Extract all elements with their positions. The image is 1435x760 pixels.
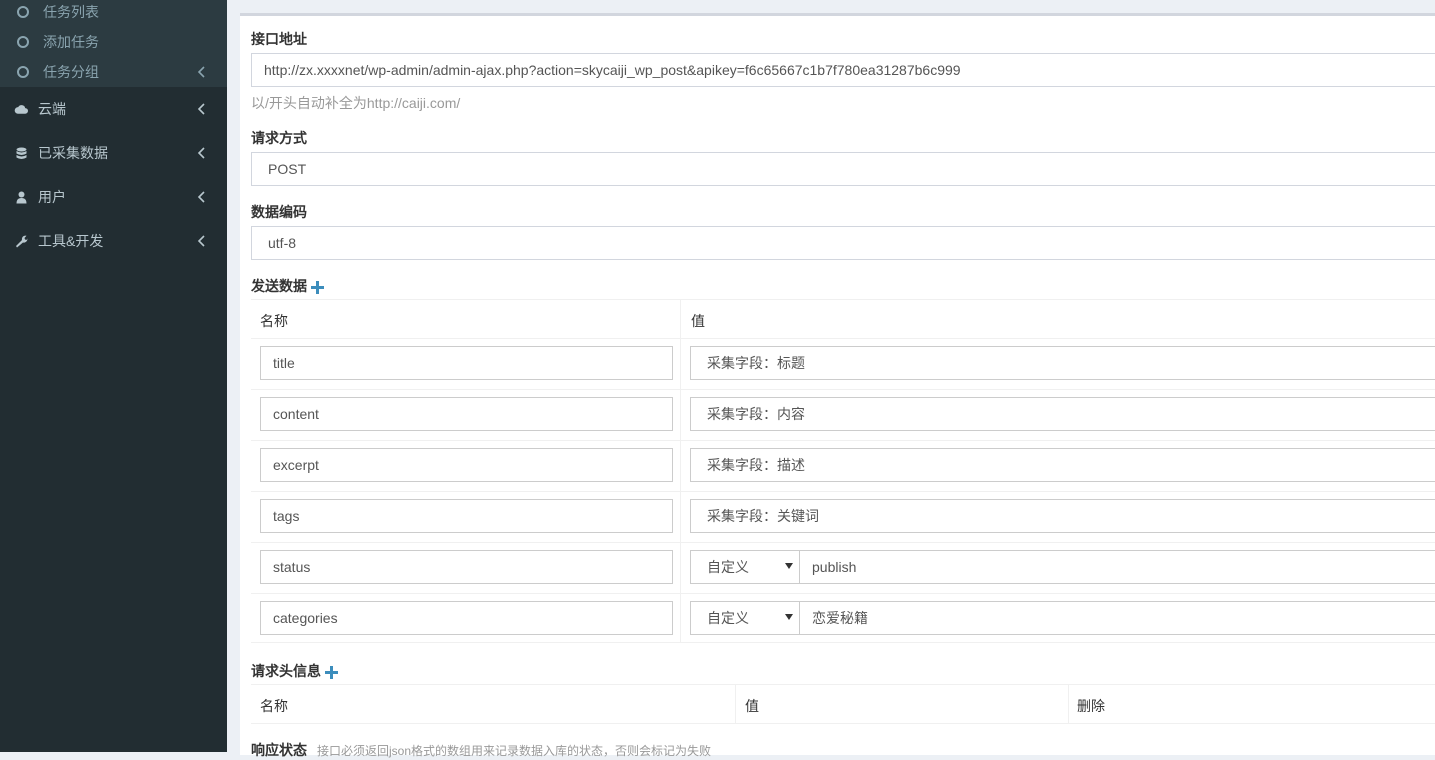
sidebar-item-task-list[interactable]: 任务列表: [0, 0, 227, 27]
headers-label: 请求头信息: [251, 661, 338, 681]
response-label: 响应状态: [251, 742, 307, 758]
post-name-input[interactable]: title: [260, 346, 673, 380]
column-header-name: 名称: [260, 698, 288, 714]
chevron-left-icon: [197, 147, 205, 159]
sidebar-item-task-group[interactable]: 任务分组: [0, 57, 227, 87]
method-label: 请求方式: [251, 130, 307, 146]
post-data-table: 名称 值 title 采集字段：标题 content 采集字段：内容 excer…: [251, 299, 1435, 643]
circle-icon: [17, 66, 29, 78]
chevron-left-icon: [197, 103, 205, 115]
column-header-name: 名称: [260, 313, 288, 329]
circle-icon: [17, 6, 29, 18]
sidebar-item-label: 已采集数据: [38, 145, 108, 161]
task-submenu: 任务列表 添加任务 任务分组: [0, 0, 227, 87]
wrench-icon: [14, 234, 28, 248]
post-data-label-text: 发送数据: [251, 278, 307, 294]
chevron-left-icon: [197, 235, 205, 247]
response-help: 接口必须返回json格式的数组用来记录数据入库的状态，否则会标记为失败: [317, 744, 712, 758]
sidebar-item-label: 用户: [38, 189, 66, 205]
sidebar-item-label: 云端: [38, 101, 66, 117]
sidebar: 任务列表 添加任务 任务分组 云端 已采集数据 用户 工具&开发: [0, 0, 227, 752]
post-type-label: 自定义: [707, 610, 749, 626]
post-value-select[interactable]: 采集字段：内容: [690, 397, 1435, 431]
column-header-value: 值: [691, 313, 705, 329]
sidebar-item-user[interactable]: 用户: [0, 175, 227, 219]
post-data-label: 发送数据: [251, 276, 324, 296]
column-header-delete: 删除: [1077, 698, 1105, 714]
post-value-select[interactable]: 采集字段：标题: [690, 346, 1435, 380]
api-url-label: 接口地址: [251, 31, 307, 47]
plus-icon[interactable]: [311, 280, 324, 294]
post-name-input[interactable]: categories: [260, 601, 673, 635]
caret-down-icon: [785, 563, 793, 569]
sidebar-item-cloud[interactable]: 云端: [0, 87, 227, 131]
user-icon: [14, 190, 28, 204]
post-type-label: 自定义: [707, 559, 749, 575]
caret-down-icon: [785, 614, 793, 620]
post-value-select[interactable]: 采集字段：描述: [690, 448, 1435, 482]
headers-label-text: 请求头信息: [251, 663, 321, 679]
database-icon: [14, 146, 28, 160]
sidebar-item-tools-dev[interactable]: 工具&开发: [0, 219, 227, 263]
sidebar-item-label: 添加任务: [43, 34, 99, 50]
form-panel: 接口地址 http://zx.xxxxnet/wp-admin/admin-aj…: [240, 13, 1435, 758]
circle-icon: [17, 36, 29, 48]
post-name-input[interactable]: content: [260, 397, 673, 431]
api-url-help: 以/开头自动补全为http://caiji.com/: [251, 95, 461, 111]
charset-label: 数据编码: [251, 204, 307, 220]
post-name-input[interactable]: status: [260, 550, 673, 584]
sidebar-item-collected-data[interactable]: 已采集数据: [0, 131, 227, 175]
post-name-input[interactable]: excerpt: [260, 448, 673, 482]
chevron-left-icon: [197, 191, 205, 203]
method-select[interactable]: POST: [251, 152, 1435, 186]
post-name-input[interactable]: tags: [260, 499, 673, 533]
post-type-select[interactable]: 自定义: [690, 601, 800, 635]
post-value-select[interactable]: 采集字段：关键词: [690, 499, 1435, 533]
cloud-icon: [14, 102, 28, 116]
column-header-value: 值: [745, 698, 759, 714]
sidebar-item-label: 任务分组: [43, 64, 99, 80]
api-url-input[interactable]: http://zx.xxxxnet/wp-admin/admin-ajax.ph…: [251, 53, 1435, 87]
post-value-input[interactable]: publish: [799, 550, 1435, 584]
sidebar-item-label: 任务列表: [43, 4, 99, 20]
post-type-select[interactable]: 自定义: [690, 550, 800, 584]
sidebar-item-label: 工具&开发: [38, 233, 104, 249]
post-value-input[interactable]: 恋爱秘籍: [799, 601, 1435, 635]
headers-table: 名称 值 删除: [251, 684, 1435, 724]
charset-select[interactable]: utf-8: [251, 226, 1435, 260]
plus-icon[interactable]: [325, 665, 338, 679]
sidebar-item-add-task[interactable]: 添加任务: [0, 27, 227, 57]
chevron-left-icon: [197, 66, 205, 78]
